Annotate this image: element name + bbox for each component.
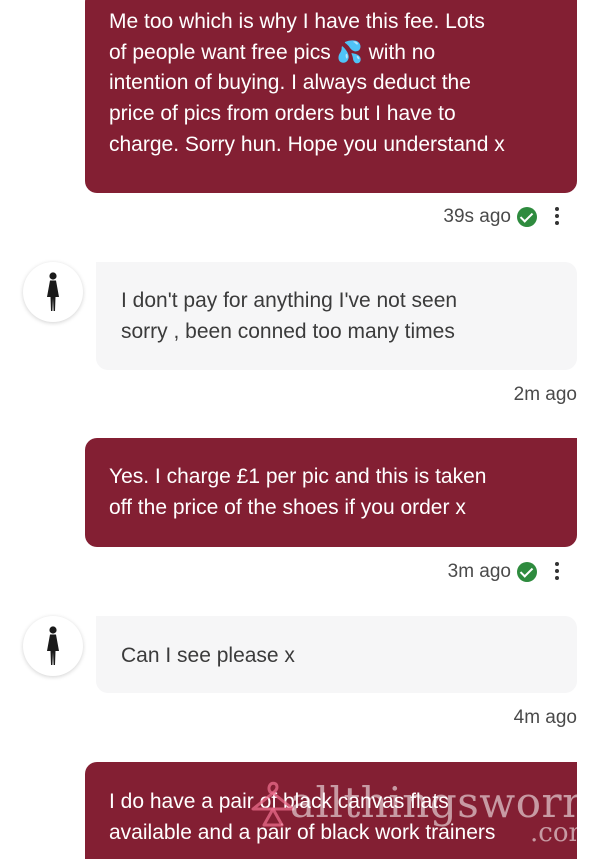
message-timestamp: 3m ago	[447, 561, 511, 582]
message-timestamp: 2m ago	[513, 384, 577, 405]
message-bubble-outgoing: Me too which is why I have this fee. Lot…	[85, 0, 577, 193]
message-timestamp: 39s ago	[443, 206, 511, 227]
message-line: price of pics from orders but I have to	[109, 102, 456, 126]
avatar[interactable]	[23, 262, 83, 322]
message-bubble-outgoing: I do have a pair of black canvas flats a…	[85, 762, 577, 859]
female-silhouette-icon	[47, 626, 59, 665]
message-line: Me too which is why I have this fee. Lot…	[109, 10, 485, 33]
message-bubble-outgoing: Yes. I charge £1 per pic and this is tak…	[85, 438, 577, 547]
message-line: off the price of the shoes if you order …	[109, 495, 466, 519]
message-meta: 4m ago	[514, 706, 577, 730]
message-line: intention of buying. I always deduct the	[109, 71, 471, 95]
message-line: I do have a pair of black canvas flats	[109, 790, 449, 813]
message-line: Yes. I charge £1 per pic and this is tak…	[109, 465, 487, 488]
message-line: charge. Sorry hun. Hope you understand x	[109, 132, 505, 156]
chat-thread: Me too which is why I have this fee. Lot…	[0, 0, 600, 859]
female-silhouette-icon	[47, 272, 59, 311]
message-line: Can I see please x	[121, 644, 295, 667]
message-meta: 39s ago	[443, 205, 537, 229]
message-meta: 3m ago	[448, 560, 537, 584]
message-timestamp: 4m ago	[513, 707, 577, 728]
message-meta: 2m ago	[514, 383, 577, 407]
message-line: of people want free pics 💦 with no	[109, 40, 436, 64]
message-bubble-incoming: I don't pay for anything I've not seen s…	[96, 262, 577, 370]
check-circle-icon	[517, 562, 537, 582]
kebab-menu-icon[interactable]	[555, 207, 559, 225]
message-line: I don't pay for anything I've not seen	[121, 289, 458, 312]
kebab-menu-icon[interactable]	[555, 562, 559, 580]
check-circle-icon	[517, 207, 537, 227]
avatar[interactable]	[23, 616, 83, 676]
message-line: available and a pair of black work train…	[109, 820, 496, 844]
message-bubble-incoming: Can I see please x	[96, 616, 577, 693]
message-line: sorry , been conned too many times	[121, 320, 455, 343]
